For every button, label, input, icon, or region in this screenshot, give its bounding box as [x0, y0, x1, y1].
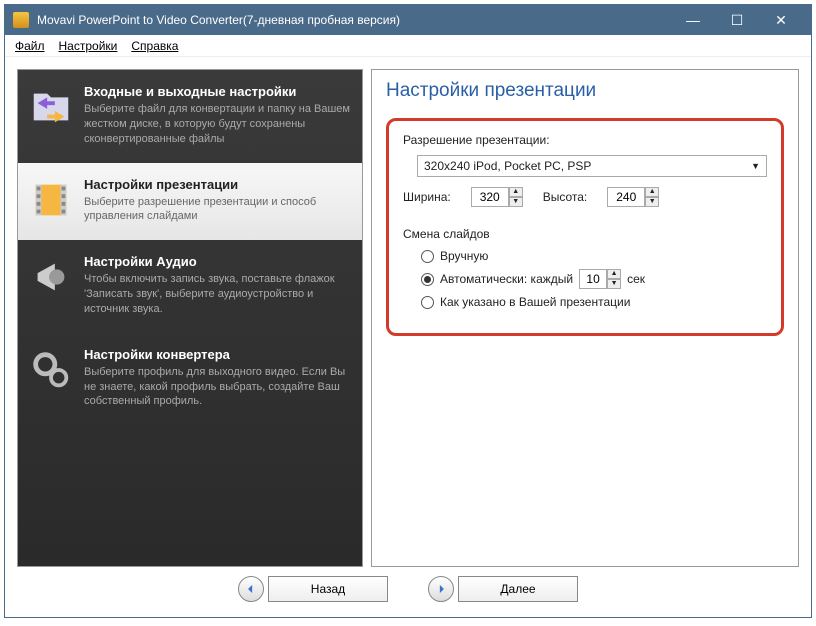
highlighted-panel: Разрешение презентации: 320x240 iPod, Po…: [386, 118, 784, 336]
height-input[interactable]: [607, 187, 645, 207]
sidebar-item-io[interactable]: Входные и выходные настройки Выберите фа…: [18, 70, 362, 163]
resolution-select[interactable]: 320x240 iPod, Pocket PC, PSP ▼: [417, 155, 767, 177]
height-label: Высота:: [543, 190, 588, 204]
sidebar-item-title: Настройки конвертера: [84, 347, 350, 362]
sidebar-item-audio[interactable]: Настройки Аудио Чтобы включить запись зв…: [18, 240, 362, 333]
interval-input[interactable]: [579, 269, 607, 289]
radio-manual-label: Вручную: [440, 249, 488, 263]
spin-up-icon[interactable]: ▲: [607, 269, 621, 279]
resolution-label: Разрешение презентации:: [403, 133, 767, 147]
slides-label: Смена слайдов: [403, 227, 767, 241]
spin-up-icon[interactable]: ▲: [509, 187, 523, 197]
sidebar-item-presentation[interactable]: Настройки презентации Выберите разрешени…: [18, 163, 362, 241]
page-title: Настройки презентации: [386, 80, 784, 102]
spin-up-icon[interactable]: ▲: [645, 187, 659, 197]
sidebar-item-desc: Выберите файл для конвертации и папку на…: [84, 102, 350, 147]
width-label: Ширина:: [403, 190, 451, 204]
main-panel: Настройки презентации Разрешение презент…: [371, 69, 799, 567]
height-stepper[interactable]: ▲▼: [607, 187, 659, 207]
app-window: Movavi PowerPoint to Video Converter(7-д…: [4, 4, 812, 618]
sidebar: Входные и выходные настройки Выберите фа…: [17, 69, 363, 567]
radio-auto-suffix: сек: [627, 272, 645, 286]
titlebar: Movavi PowerPoint to Video Converter(7-д…: [5, 5, 811, 35]
app-icon: [13, 12, 29, 28]
width-stepper[interactable]: ▲▼: [471, 187, 523, 207]
radio-auto[interactable]: [421, 273, 434, 286]
next-icon-button[interactable]: [428, 576, 454, 602]
menu-file[interactable]: Файл: [15, 39, 45, 53]
sidebar-item-title: Настройки презентации: [84, 177, 350, 192]
chevron-down-icon: ▼: [751, 161, 760, 171]
radio-asis[interactable]: [421, 296, 434, 309]
spin-down-icon[interactable]: ▼: [645, 197, 659, 207]
sidebar-item-title: Входные и выходные настройки: [84, 84, 350, 99]
close-button[interactable]: ✕: [759, 5, 803, 35]
next-button[interactable]: Далее: [458, 576, 578, 602]
menubar: Файл Настройки Справка: [5, 35, 811, 57]
radio-asis-label: Как указано в Вашей презентации: [440, 295, 630, 309]
radio-manual[interactable]: [421, 250, 434, 263]
spin-down-icon[interactable]: ▼: [509, 197, 523, 207]
spin-down-icon[interactable]: ▼: [607, 279, 621, 289]
interval-stepper[interactable]: ▲▼: [579, 269, 621, 289]
sidebar-item-converter[interactable]: Настройки конвертера Выберите профиль дл…: [18, 333, 362, 426]
sidebar-item-desc: Выберите разрешение презентации и способ…: [84, 195, 350, 225]
maximize-button[interactable]: ☐: [715, 5, 759, 35]
back-icon-button[interactable]: [238, 576, 264, 602]
megaphone-icon: [28, 254, 74, 300]
resolution-value: 320x240 iPod, Pocket PC, PSP: [424, 159, 591, 173]
sidebar-item-desc: Выберите профиль для выходного видео. Ес…: [84, 365, 350, 410]
radio-auto-prefix: Автоматически: каждый: [440, 272, 573, 286]
sidebar-item-title: Настройки Аудио: [84, 254, 350, 269]
content: Входные и выходные настройки Выберите фа…: [5, 57, 811, 617]
body: Входные и выходные настройки Выберите фа…: [5, 57, 811, 571]
width-input[interactable]: [471, 187, 509, 207]
sidebar-item-desc: Чтобы включить запись звука, поставьте ф…: [84, 272, 350, 317]
filmstrip-icon: [28, 177, 74, 223]
menu-settings[interactable]: Настройки: [59, 39, 118, 53]
back-button[interactable]: Назад: [268, 576, 388, 602]
menu-help[interactable]: Справка: [131, 39, 178, 53]
folder-icon: [28, 84, 74, 130]
footer: Назад Далее: [5, 571, 811, 617]
window-title: Movavi PowerPoint to Video Converter(7-д…: [37, 13, 400, 27]
gear-icon: [28, 347, 74, 393]
minimize-button[interactable]: —: [671, 5, 715, 35]
